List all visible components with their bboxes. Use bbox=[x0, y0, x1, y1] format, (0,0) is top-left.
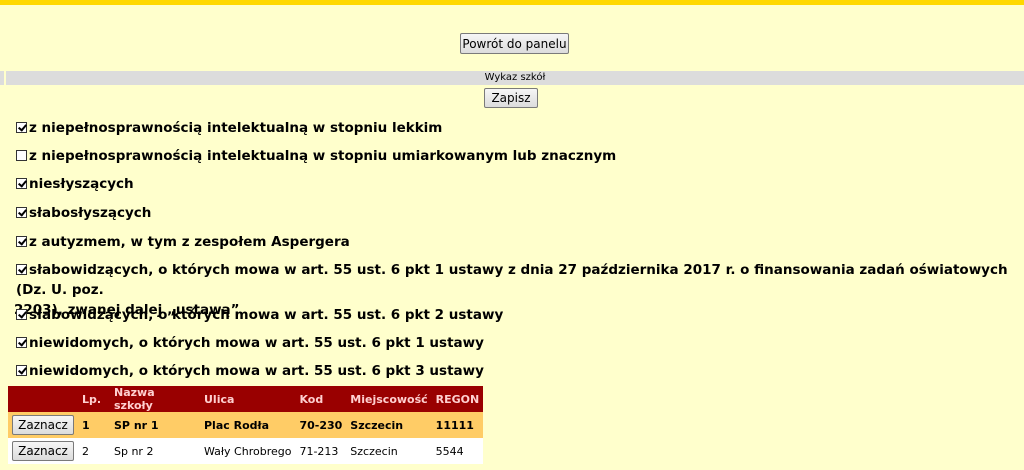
checkbox-row-deaf[interactable]: niesłyszących bbox=[16, 174, 1016, 194]
col-header-code: Kod bbox=[295, 386, 347, 412]
table-header-row: Lp. Nazwa szkoły Ulica Kod Miejscowość R… bbox=[8, 386, 484, 412]
checkbox-label: z niepełnosprawnością intelektualną w st… bbox=[29, 148, 617, 164]
table-row: Zaznacz 1 SP nr 1 Plac Rodła 70-230 Szcz… bbox=[8, 412, 484, 438]
col-header-regon: REGON bbox=[431, 386, 484, 412]
col-header-name: Nazwa szkoły bbox=[110, 386, 200, 412]
checkbox-row-blind-pkt3[interactable]: niewidomych, o których mowa w art. 55 us… bbox=[16, 361, 1016, 381]
cell-city: Szczecin bbox=[346, 412, 432, 438]
checkbox[interactable] bbox=[16, 207, 27, 218]
cell-city: Szczecin bbox=[346, 438, 432, 464]
checkbox-label: z autyzmem, w tym z zespołem Aspergera bbox=[29, 234, 350, 250]
checkbox[interactable] bbox=[16, 309, 27, 320]
schools-table: Lp. Nazwa szkoły Ulica Kod Miejscowość R… bbox=[8, 386, 484, 464]
section-header: Wykaz szkół bbox=[0, 71, 1024, 85]
checkbox-row-autism[interactable]: z autyzmem, w tym z zespołem Aspergera bbox=[16, 232, 1016, 252]
col-header-action bbox=[8, 386, 78, 412]
table-row: Zaznacz 2 Sp nr 2 Wały Chrobrego 71-213 … bbox=[8, 438, 484, 464]
checkbox-label: słabowidzących, o których mowa w art. 55… bbox=[16, 262, 1008, 298]
checkbox[interactable] bbox=[16, 236, 27, 247]
cell-regon: 5544 bbox=[431, 438, 484, 464]
col-header-lp: Lp. bbox=[78, 386, 110, 412]
cell-regon: 11111 bbox=[431, 412, 484, 438]
checkbox-label: niesłyszących bbox=[29, 176, 134, 192]
cell-lp: 1 bbox=[78, 412, 110, 438]
top-accent-bar bbox=[0, 0, 1024, 5]
col-header-city: Miejscowość bbox=[346, 386, 432, 412]
checkbox[interactable] bbox=[16, 150, 27, 161]
mark-school-button[interactable]: Zaznacz bbox=[12, 415, 74, 435]
cell-name: SP nr 1 bbox=[110, 412, 200, 438]
checkbox-row-intellectual-mild[interactable]: z niepełnosprawnością intelektualną w st… bbox=[16, 118, 1016, 138]
cell-name: Sp nr 2 bbox=[110, 438, 200, 464]
checkbox-label: słabowidzących, o których mowa w art. 55… bbox=[29, 307, 504, 323]
section-title: Wykaz szkół bbox=[484, 72, 546, 83]
cell-street: Plac Rodła bbox=[200, 412, 296, 438]
checkbox[interactable] bbox=[16, 337, 27, 348]
cell-code: 70-230 bbox=[295, 412, 347, 438]
back-to-panel-button[interactable]: Powrót do panelu bbox=[460, 33, 569, 54]
checkbox[interactable] bbox=[16, 178, 27, 189]
cell-street: Wały Chrobrego bbox=[200, 438, 296, 464]
checkbox-label: niewidomych, o których mowa w art. 55 us… bbox=[29, 335, 484, 351]
col-header-street: Ulica bbox=[200, 386, 296, 412]
checkbox[interactable] bbox=[16, 365, 27, 376]
checkbox-row-hard-of-hearing[interactable]: słabosłyszących bbox=[16, 203, 1016, 223]
checkbox-label: z niepełnosprawnością intelektualną w st… bbox=[29, 120, 443, 136]
checkbox-row-visually-impaired-pkt2[interactable]: słabowidzących, o których mowa w art. 55… bbox=[16, 305, 1016, 325]
checkbox-label: niewidomych, o których mowa w art. 55 us… bbox=[29, 363, 484, 379]
checkbox-label: słabosłyszących bbox=[29, 205, 152, 221]
save-button[interactable]: Zapisz bbox=[484, 88, 538, 108]
checkbox[interactable] bbox=[16, 264, 27, 275]
checkbox-row-blind-pkt1[interactable]: niewidomych, o których mowa w art. 55 us… bbox=[16, 333, 1016, 353]
checkbox-row-intellectual-moderate[interactable]: z niepełnosprawnością intelektualną w st… bbox=[16, 146, 1016, 166]
mark-school-button[interactable]: Zaznacz bbox=[12, 441, 74, 461]
cell-code: 71-213 bbox=[295, 438, 347, 464]
cell-lp: 2 bbox=[78, 438, 110, 464]
checkbox[interactable] bbox=[16, 122, 27, 133]
